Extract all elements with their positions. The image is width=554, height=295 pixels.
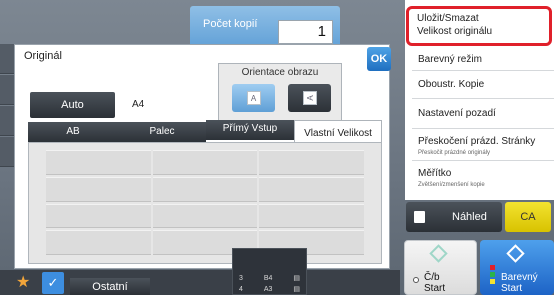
copies-input[interactable]: 1 (278, 20, 333, 44)
preview-icon (414, 211, 425, 223)
menu-item-color-mode[interactable]: Barevný režim (412, 49, 554, 71)
check-icon[interactable]: ✓ (42, 272, 64, 294)
left-edge-tab (0, 75, 14, 105)
tray-icon: ▤ (293, 275, 300, 282)
menu-item-sublabel: Přeskočit prázdné originály (418, 150, 491, 156)
left-edge-tab (0, 106, 14, 136)
star-icon[interactable]: ★ (16, 272, 30, 292)
custom-size-slot[interactable] (152, 150, 258, 175)
tray-icon: ▤ (293, 286, 300, 293)
tray-paper-size: B4 (263, 275, 273, 282)
custom-size-slot[interactable] (259, 203, 364, 229)
custom-size-slot[interactable] (152, 203, 258, 229)
orientation-portrait-button[interactable]: A (232, 84, 275, 112)
auto-size-value: A4 (132, 99, 145, 110)
dialog-title: Originál (24, 50, 62, 62)
tab-palec[interactable]: Palec (118, 122, 206, 142)
custom-size-slot[interactable] (46, 176, 151, 202)
bw-start-label: Č/b Start (424, 272, 445, 294)
menu-item-label: Měřítko (418, 168, 452, 179)
tray-number: 4 (239, 286, 243, 293)
color-dot-icon (490, 265, 495, 270)
menu-item-blank-page-skip[interactable]: Přeskočení prázd. Stránky Přeskočit práz… (412, 129, 554, 161)
ok-button[interactable]: OK (367, 47, 391, 71)
landscape-page-icon: A (302, 91, 317, 105)
color-start-label-line1: Barevný (501, 272, 538, 283)
paper-tray-status: 3 B4 ▤ 4 A3 ▤ (232, 248, 307, 295)
custom-size-slot[interactable] (46, 150, 151, 175)
custom-size-slot[interactable] (259, 150, 364, 175)
left-edge-tab (0, 137, 14, 167)
clear-all-button[interactable]: CA (505, 202, 551, 232)
orientation-landscape-button[interactable]: A (288, 84, 331, 112)
menu-item-duplex-copy[interactable]: Oboustr. Kopie (412, 71, 554, 99)
auto-button[interactable]: Auto (30, 92, 115, 118)
custom-size-slot[interactable] (259, 176, 364, 202)
menu-item-sublabel: Zvětšení/zmenšení kopie (418, 182, 485, 188)
menu-item-label: Přeskočení prázd. Stránky (418, 136, 536, 147)
custom-size-slot[interactable] (46, 203, 151, 229)
tab-custom-size[interactable]: Vlastní Velikost (294, 120, 382, 144)
tab-direct-input[interactable]: Přímý Vstup (206, 120, 294, 140)
menu-item-label: Uložit/Smazat (417, 13, 479, 24)
bw-start-label-line2: Start (424, 283, 446, 294)
bw-start-label-line1: Č/b (424, 272, 440, 283)
color-dot-icon (490, 272, 495, 277)
tray-number: 3 (239, 275, 243, 282)
orientation-label: Orientace obrazu (241, 67, 319, 78)
tab-ab[interactable]: AB (28, 122, 118, 142)
color-dot-icon (490, 279, 495, 284)
copies-label: Počet kopií (203, 18, 258, 30)
portrait-page-icon: A (246, 91, 261, 105)
menu-item-background-setting[interactable]: Nastavení pozadí (412, 99, 554, 129)
custom-size-slot[interactable] (46, 230, 151, 255)
color-start-label: Barevný Start (501, 272, 538, 294)
bw-indicator-icon (413, 277, 419, 283)
custom-size-slot[interactable] (152, 176, 258, 202)
menu-item-scale[interactable]: Měřítko Zvětšení/zmenšení kopie (412, 161, 554, 195)
left-edge-tab (0, 44, 14, 74)
tray-row: 3 B4 ▤ (233, 273, 306, 284)
preview-label: Náhled (452, 211, 487, 223)
tray-row: 4 A3 ▤ (233, 284, 306, 295)
tray-paper-size: A3 (263, 286, 273, 293)
other-button[interactable]: Ostatní (70, 278, 150, 295)
custom-size-grid (46, 150, 364, 255)
menu-item-label: Velikost originálu (417, 26, 493, 37)
menu-item-store-original-size[interactable]: Uložit/Smazat Velikost originálu (406, 6, 552, 46)
color-start-label-line2: Start (501, 283, 523, 294)
